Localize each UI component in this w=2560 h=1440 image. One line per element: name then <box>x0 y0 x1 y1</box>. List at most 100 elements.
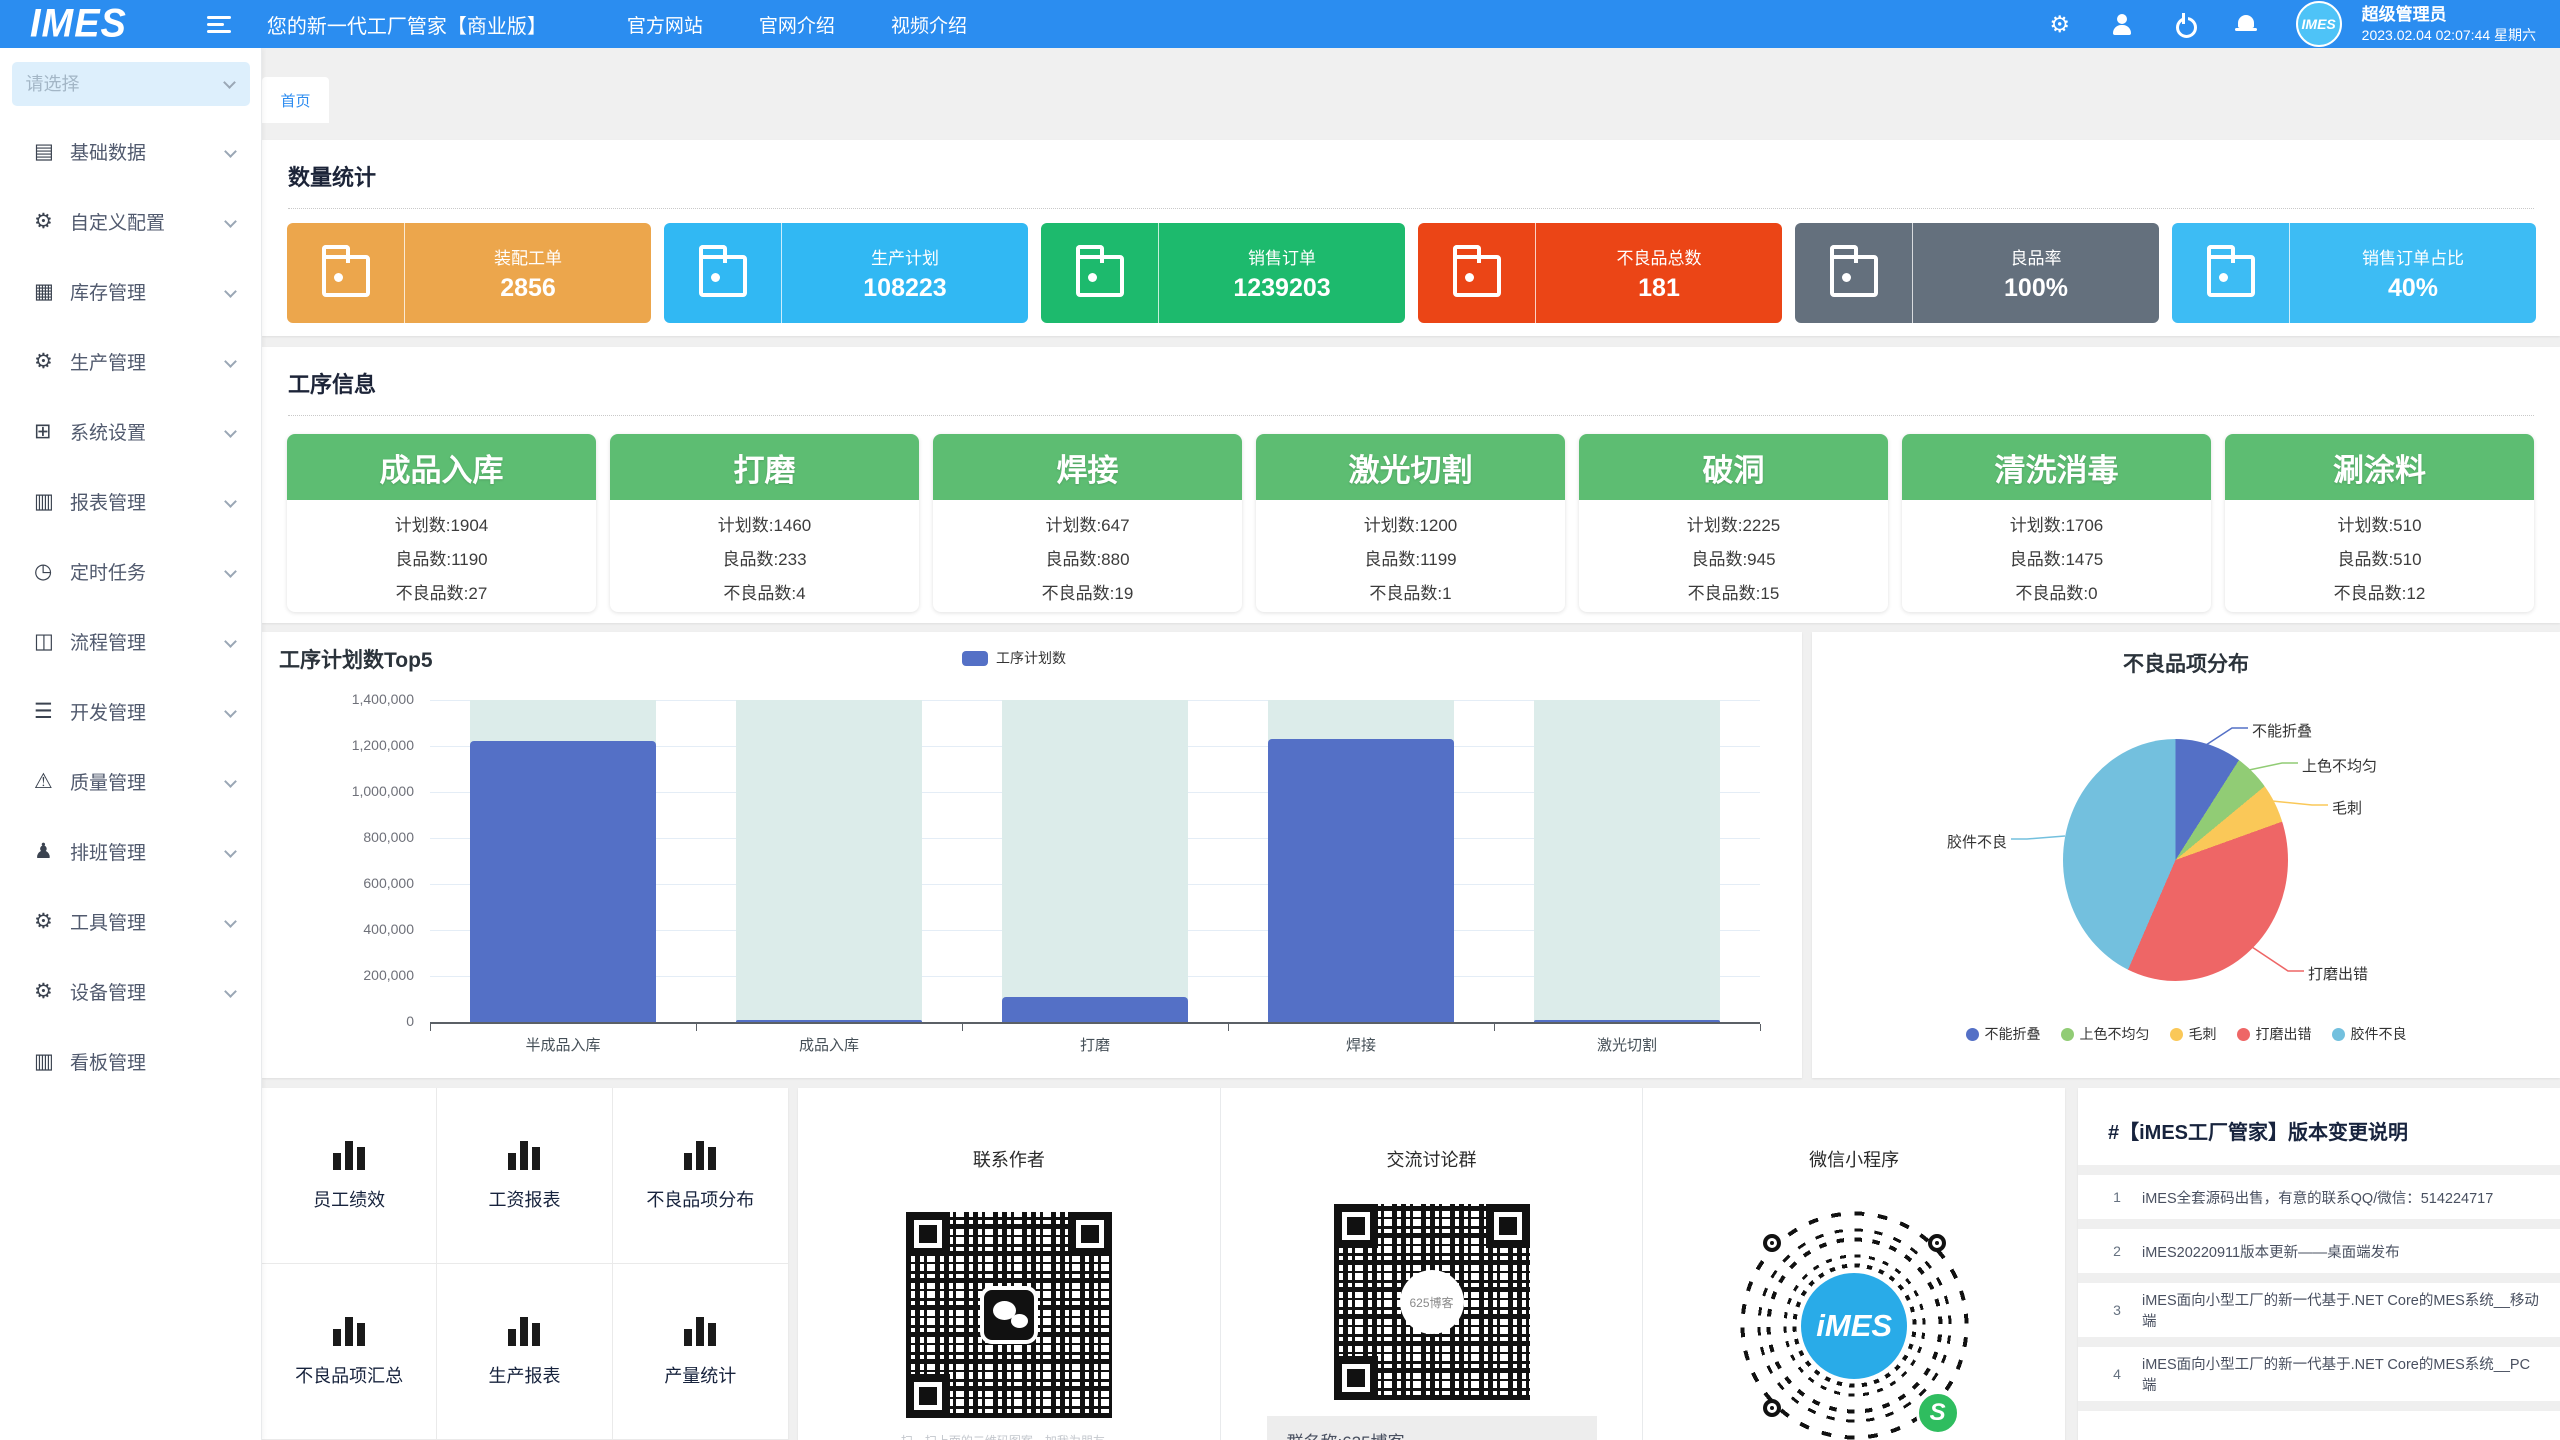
sidebar-item-icon: ⚙ <box>34 349 64 374</box>
sidebar-item[interactable]: ☰ 开发管理 <box>0 676 261 746</box>
page: IMES 您的新一代工厂管家【商业版】 官方网站 官网介绍 视频介绍 ⚙ IME… <box>0 0 2560 1440</box>
main-content: 数量统计 装配工单 2856 <box>262 123 2560 1440</box>
sidebar-item[interactable]: ⚙ 生产管理 <box>0 326 261 396</box>
chevron-down-icon <box>224 705 237 718</box>
process-plan: 计划数:1706 <box>1902 509 2211 543</box>
avatar[interactable]: IMES <box>2296 1 2342 47</box>
qr-author-caption: 扫一扫上面的二维码图案，加我为朋友。 <box>901 1432 1117 1440</box>
stat-card-icon-zone <box>664 223 782 323</box>
sidebar-item-icon: ⚙ <box>34 209 64 234</box>
changelog-row-number: 1 <box>2100 1189 2134 1205</box>
datetime: 2023.02.04 02:07:44 星期六 <box>2362 26 2536 44</box>
user-icon[interactable] <box>2110 12 2134 36</box>
pie-legend-item[interactable]: 毛刺 <box>2170 1024 2217 1044</box>
stat-card: 不良品总数 181 <box>1418 223 1782 323</box>
process-bad: 不良品数:27 <box>287 577 596 611</box>
pie-legend-item[interactable]: 不能折叠 <box>1966 1024 2041 1044</box>
report-shortcut[interactable]: 员工绩效 <box>262 1088 437 1264</box>
sidebar-item-label: 报表管理 <box>70 488 226 515</box>
sidebar-item[interactable]: ⚙ 自定义配置 <box>0 186 261 256</box>
pie-legend-item[interactable]: 打磨出错 <box>2237 1024 2312 1044</box>
process-card-body: 计划数:1706 良品数:1475 不良品数:0 <box>1902 500 2211 611</box>
pie-label: 打磨出错 <box>2308 963 2368 984</box>
process-card: 打磨 计划数:1460 良品数:233 不良品数:4 <box>610 434 919 612</box>
chevron-down-icon <box>224 565 237 578</box>
pie-legend-item[interactable]: 胶件不良 <box>2332 1024 2407 1044</box>
report-shortcut[interactable]: 生产报表 <box>437 1264 612 1440</box>
notifications-icon[interactable] <box>2234 12 2258 36</box>
sidebar-item-icon: ⚠ <box>34 769 64 794</box>
app-logo: IMES <box>30 1 127 46</box>
stat-card-label: 销售订单 <box>1248 244 1316 269</box>
chevron-down-icon <box>224 215 237 228</box>
report-shortcut-label: 生产报表 <box>488 1362 560 1388</box>
changelog-row: 3 iMES面向小型工厂的新一代基于.NET Core的MES系统__移动端 <box>2100 1283 2540 1337</box>
sidebar-item[interactable]: ⚙ 工具管理 <box>0 886 261 956</box>
sidebar-item-icon: ☰ <box>34 699 64 724</box>
sidebar-item[interactable]: ▥ 报表管理 <box>0 466 261 536</box>
stat-card: 生产计划 108223 <box>664 223 1028 323</box>
changelog-row-number: 3 <box>2100 1302 2134 1318</box>
sidebar-item[interactable]: ♟ 排班管理 <box>0 816 261 886</box>
sidebar-item[interactable]: ⚙ 设备管理 <box>0 956 261 1026</box>
folder-icon <box>699 255 747 297</box>
sidebar-item-icon: ⚙ <box>34 909 64 934</box>
report-shortcut-label: 不良品项分布 <box>646 1186 754 1212</box>
sidebar-item[interactable]: ▦ 库存管理 <box>0 256 261 326</box>
tab-strip: 首页 <box>262 48 2560 123</box>
bar-chart-icon <box>333 1316 365 1346</box>
sidebar-item[interactable]: ▥ 看板管理 <box>0 1026 261 1096</box>
sidebar-item-label: 定时任务 <box>70 558 226 585</box>
changelog-row: 4 iMES面向小型工厂的新一代基于.NET Core的MES系统__PC端 <box>2100 1347 2540 1401</box>
report-shortcut[interactable]: 不良品项分布 <box>613 1088 788 1264</box>
bar-chart-icon <box>333 1140 365 1170</box>
header-nav-link[interactable]: 官方网站 <box>627 11 703 38</box>
sidebar-item-label: 工具管理 <box>70 908 226 935</box>
reports-grid: 员工绩效 工资报表 不良品项分布 不良品项汇总 <box>262 1088 788 1440</box>
report-shortcut[interactable]: 工资报表 <box>437 1088 612 1264</box>
sidebar-item[interactable]: ◷ 定时任务 <box>0 536 261 606</box>
pie-label: 不能折叠 <box>2252 720 2312 741</box>
process-section: 工序信息 成品入库 计划数:1904 良品数:1190 不良品数:27 打磨 <box>262 347 2560 623</box>
process-bad: 不良品数:12 <box>2225 577 2534 611</box>
sidebar-item[interactable]: ◫ 流程管理 <box>0 606 261 676</box>
sidebar-item-label: 看板管理 <box>70 1048 237 1075</box>
sidebar-item[interactable]: ⚠ 质量管理 <box>0 746 261 816</box>
process-card-body: 计划数:1904 良品数:1190 不良品数:27 <box>287 500 596 611</box>
folder-icon <box>2207 255 2255 297</box>
process-card-body: 计划数:1200 良品数:1199 不良品数:1 <box>1256 500 1565 611</box>
sidebar-select-input[interactable] <box>12 74 202 95</box>
stat-card-text: 不良品总数 181 <box>1536 223 1782 323</box>
y-axis-tick: 0 <box>262 1013 414 1029</box>
divider <box>2078 1165 2560 1175</box>
qr-card: 联系作者 扫一扫上面的二维码图案，加我为朋友。 交流讨论群 625博客 群名称:… <box>798 1088 2065 1440</box>
report-shortcut[interactable]: 产量统计 <box>613 1264 788 1440</box>
qr-group-title: 交流讨论群 <box>1387 1146 1477 1172</box>
settings-icon[interactable]: ⚙ <box>2048 12 2072 36</box>
logout-icon[interactable] <box>2172 12 2196 36</box>
sidebar-select[interactable] <box>12 62 250 106</box>
wechat-icon <box>980 1286 1038 1344</box>
sidebar-item[interactable]: ⊞ 系统设置 <box>0 396 261 466</box>
process-bad: 不良品数:4 <box>610 577 919 611</box>
app-title: 您的新一代工厂管家【商业版】 <box>267 10 547 39</box>
pie-legend-item[interactable]: 上色不均匀 <box>2061 1024 2150 1044</box>
divider <box>2078 1219 2560 1229</box>
sidebar-item-label: 质量管理 <box>70 768 226 795</box>
report-shortcut[interactable]: 不良品项汇总 <box>262 1264 437 1440</box>
qr-author-panel: 联系作者 扫一扫上面的二维码图案，加我为朋友。 <box>798 1088 1220 1440</box>
chevron-down-icon <box>224 985 237 998</box>
process-good: 良品数:1190 <box>287 543 596 577</box>
header-nav-link[interactable]: 官网介绍 <box>759 11 835 38</box>
pie-label: 上色不均匀 <box>2302 755 2377 776</box>
tab-home[interactable]: 首页 <box>262 77 329 123</box>
changelog-card: #【iMES工厂管家】版本变更说明 1 iMES全套源码出售，有意的联系QQ/微… <box>2078 1088 2560 1440</box>
qr-miniprogram-title: 微信小程序 <box>1809 1146 1899 1172</box>
sidebar-item[interactable]: ▤ 基础数据 <box>0 116 261 186</box>
bar-chart-legend[interactable]: 工序计划数 <box>962 648 1066 668</box>
header-nav-link[interactable]: 视频介绍 <box>891 11 967 38</box>
bar-chart-icon <box>508 1140 540 1170</box>
bar-chart-icon <box>684 1316 716 1346</box>
menu-toggle-icon[interactable] <box>207 16 231 33</box>
process-section-title: 工序信息 <box>262 347 2560 415</box>
